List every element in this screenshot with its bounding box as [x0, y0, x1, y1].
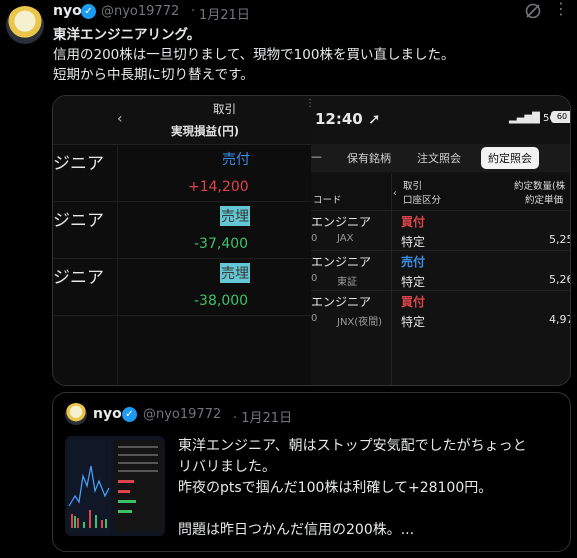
pnl-trade-type: 売付: [222, 152, 250, 168]
quoted-line-4: 問題は昨日つかんだ信用の200株。...: [178, 522, 415, 538]
tweet-body: 東洋エンジニアリング。 信用の200株は一旦切りまして、現物で100株を買い直し…: [53, 25, 563, 85]
execution-table-header: コード ‹ 取引 口座区分 約定数量(株 約定単価: [311, 174, 570, 210]
pnl-amount: +14,200: [188, 179, 249, 195]
quoted-image-thumbnail: [65, 436, 165, 536]
quoted-line-2: リバリました。: [178, 459, 276, 475]
header-price: 約定単価: [525, 195, 564, 206]
tweet-line-1: 東洋エンジニアリング。: [53, 27, 201, 43]
execution-row: エンジニア 買付 0 JNX(夜間) 特定 4,97: [311, 290, 570, 331]
post-date[interactable]: 1月21日: [199, 4, 250, 23]
pnl-trade-type: 売埋: [220, 206, 250, 226]
execution-stock: エンジニア: [311, 215, 372, 229]
tweet-line-2: 信用の200株は一旦切りまして、現物で100株を買い直しました。: [53, 47, 455, 63]
header-code: コード: [313, 195, 342, 206]
execution-market: JNX(夜間): [337, 317, 383, 328]
header-chevron-icon: ‹: [393, 188, 397, 199]
verified-badge-icon: ✓: [122, 407, 137, 422]
execution-price: 5,26: [549, 273, 570, 286]
pnl-trade-type: 売埋: [220, 263, 250, 283]
execution-inquiry-screenshot: 12:40 ➚ ▂▄▆█ 5G 60 — 保有銘柄 注文照会 約定照会 コード …: [311, 96, 570, 385]
pnl-row: ジニア 売埋 -38,000: [53, 259, 311, 316]
execution-row: エンジニア 売付 0 東証 特定 5,26: [311, 250, 570, 291]
inquiry-tabs: — 保有銘柄 注文照会 約定照会: [311, 144, 570, 172]
separator-dot: ·: [191, 4, 196, 19]
author-handle[interactable]: @nyo19772: [101, 4, 179, 19]
signal-status: ▂▄▆█ 5G: [509, 113, 557, 124]
execution-price: 5,25: [549, 233, 570, 246]
back-chevron-icon: ‹: [117, 111, 123, 127]
execution-kind: 買付: [401, 215, 426, 229]
quoted-author-name: nyo: [93, 406, 122, 422]
signal-bars-icon: ▂▄▆█: [509, 113, 540, 124]
realized-pnl-screenshot: ‹ 取引 実現損益(円) ⋮ ジニア 売付 +14,200 ジニア 売埋 -37…: [53, 96, 315, 385]
attached-image[interactable]: ‹ 取引 実現損益(円) ⋮ ジニア 売付 +14,200 ジニア 売埋 -37…: [52, 95, 571, 386]
tab-executions: 約定照会: [481, 147, 539, 169]
header-trade: 取引: [403, 181, 423, 192]
header-quantity: 約定数量(株: [514, 181, 566, 192]
quoted-post[interactable]: nyo ✓ @nyo19772 · 1月21日 東洋エンジニア、朝はストップ安気…: [52, 392, 571, 552]
execution-price: 4,97: [549, 313, 570, 326]
quoted-author-handle: @nyo19772: [143, 407, 222, 422]
execution-market: JAX: [337, 233, 354, 244]
tweet-line-3: 短期から中長期に切り替えです。: [53, 67, 254, 83]
header-account: 口座区分: [403, 195, 442, 206]
execution-code: 0: [311, 273, 318, 284]
pnl-stock-name: ジニア: [53, 211, 104, 231]
execution-kind: 売付: [401, 255, 426, 269]
execution-kind: 買付: [401, 295, 426, 309]
pnl-header-trade: 取引: [213, 102, 236, 116]
execution-row: エンジニア 買付 0 JAX 特定 5,25: [311, 210, 570, 251]
pnl-row: ジニア 売付 +14,200: [53, 145, 311, 202]
execution-code: 0: [311, 233, 318, 244]
tab-orders: 注文照会: [417, 152, 461, 165]
phone-clock: 12:40 ➚: [315, 110, 381, 128]
author-name[interactable]: nyo: [53, 3, 82, 19]
execution-market: 東証: [337, 277, 357, 288]
execution-stock: エンジニア: [311, 255, 372, 269]
verified-badge-icon: ✓: [81, 4, 96, 19]
author-avatar[interactable]: [6, 6, 44, 44]
pnl-stock-name: ジニア: [53, 154, 104, 174]
pnl-amount: -37,400: [194, 236, 249, 252]
quoted-post-date: · 1月21日: [233, 411, 293, 426]
execution-account: 特定: [401, 315, 426, 329]
execution-account: 特定: [401, 275, 426, 289]
execution-stock: エンジニア: [311, 295, 372, 309]
battery-icon: 60: [551, 111, 570, 123]
pnl-stock-name: ジニア: [53, 268, 104, 288]
tab-holdings: 保有銘柄: [347, 152, 391, 165]
quoted-post-body: 東洋エンジニア、朝はストップ安気配でしたがちょっと リバリました。 昨夜のpts…: [178, 436, 563, 541]
quoted-line-3: 昨夜のptsで掴んだ100株は利確して+28100円。: [178, 480, 493, 496]
quoted-line-1: 東洋エンジニア、朝はストップ安気配でしたがちょっと: [178, 438, 527, 454]
pnl-amount: -38,000: [194, 293, 249, 309]
execution-account: 特定: [401, 235, 426, 249]
hide-post-icon[interactable]: [524, 2, 542, 20]
chart-thumbnail-graphic: [65, 436, 165, 536]
pnl-header-realized: 実現損益(円): [171, 124, 240, 138]
quoted-author-avatar: [65, 403, 87, 425]
execution-code: 0: [311, 313, 318, 324]
more-options-icon[interactable]: ⋮: [553, 1, 571, 20]
quoted-blank-line: [178, 499, 563, 520]
tab-overflow: —: [311, 150, 322, 163]
pnl-row: ジニア 売埋 -37,400: [53, 202, 311, 259]
